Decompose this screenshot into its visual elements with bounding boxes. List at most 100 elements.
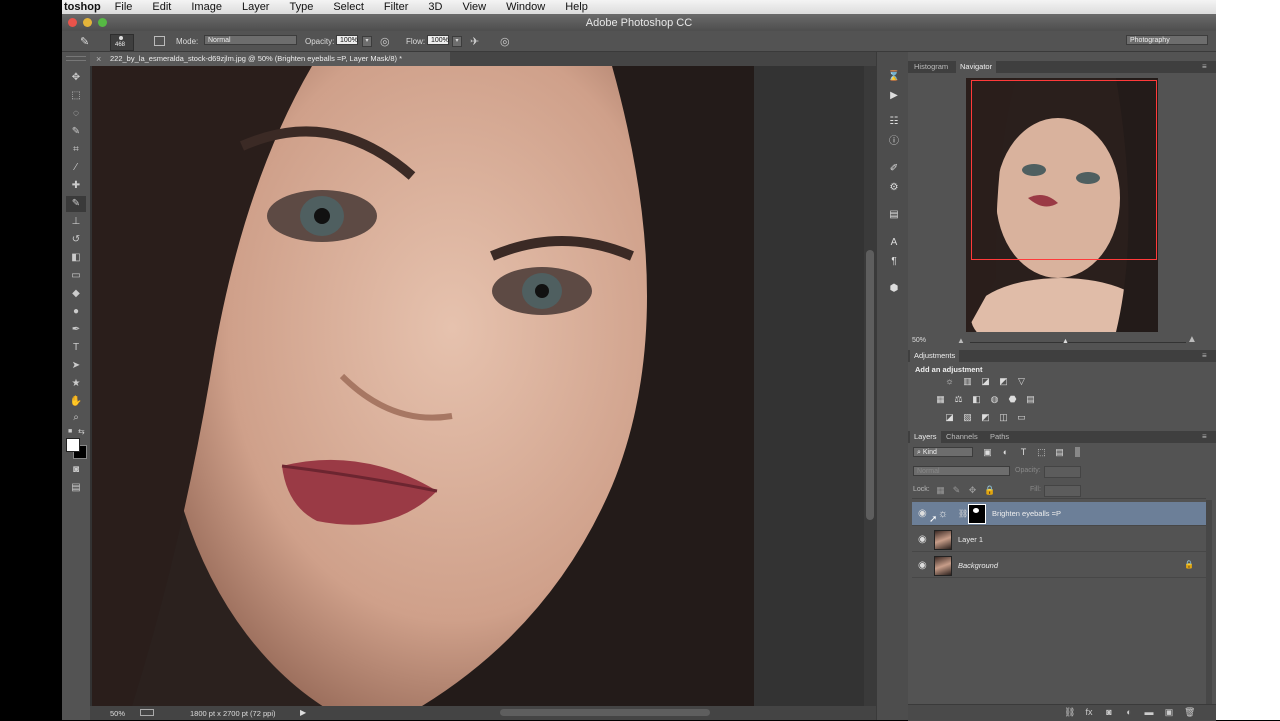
- move-tool-icon[interactable]: ✥: [66, 70, 86, 86]
- menu-window[interactable]: Window: [506, 1, 545, 13]
- vertical-scroll-thumb[interactable]: [866, 250, 874, 520]
- layer-style-icon[interactable]: fx: [1084, 707, 1094, 717]
- menu-select[interactable]: Select: [333, 1, 364, 13]
- lock-image-icon[interactable]: ✎: [951, 486, 962, 495]
- dodge-tool-icon[interactable]: ●: [66, 304, 86, 320]
- layer-row-brighten-eyeballs[interactable]: ◉ ☼ ⛓ Brighten eyeballs =P: [912, 502, 1206, 526]
- tool-presets-icon[interactable]: ⚙: [887, 181, 901, 195]
- flow-slider-arrow-icon[interactable]: ▾: [452, 36, 462, 47]
- layer-blend-mode-dropdown[interactable]: Normal: [913, 466, 1010, 476]
- invert-icon[interactable]: ◪: [944, 413, 955, 422]
- document-image[interactable]: [92, 66, 754, 706]
- navigator-zoom-slider-thumb[interactable]: ▲: [1062, 338, 1069, 345]
- airbrush-icon[interactable]: ✈: [470, 35, 479, 48]
- flow-input[interactable]: 100%: [427, 35, 449, 45]
- visibility-eye-icon[interactable]: ◉: [918, 560, 930, 572]
- navigator-zoom-slider[interactable]: [970, 342, 1186, 343]
- vibrance-icon[interactable]: ▽: [1016, 377, 1027, 386]
- brush-panel-icon[interactable]: ✐: [887, 162, 901, 176]
- actions-panel-icon[interactable]: ▶: [887, 89, 901, 103]
- layer-filter-kind-dropdown[interactable]: ⌕ Kind: [913, 447, 973, 457]
- foreground-color-swatch[interactable]: [66, 438, 80, 452]
- lock-transparent-icon[interactable]: ▦: [935, 486, 946, 495]
- brush-tool-icon[interactable]: ✎: [66, 196, 86, 212]
- zoom-out-icon[interactable]: ▲: [957, 336, 965, 345]
- gradient-tool-icon[interactable]: ▭: [66, 268, 86, 284]
- color-lookup-icon[interactable]: ▤: [1025, 395, 1036, 404]
- character-panel-icon[interactable]: A: [887, 236, 901, 250]
- layer-opacity-input[interactable]: [1044, 466, 1081, 478]
- app-menu[interactable]: toshop: [64, 1, 101, 13]
- status-menu-arrow-icon[interactable]: ▶: [300, 708, 306, 717]
- layer-fill-input[interactable]: [1044, 485, 1081, 497]
- navigator-zoom-value[interactable]: 50%: [912, 337, 926, 344]
- adjustments-menu-icon[interactable]: ≡: [1202, 351, 1207, 360]
- paragraph-panel-icon[interactable]: ¶: [887, 255, 901, 269]
- info-panel-icon[interactable]: ⓘ: [887, 135, 901, 149]
- color-balance-icon[interactable]: ⚖: [953, 395, 964, 404]
- swap-colors-icon[interactable]: ⇆: [78, 427, 85, 436]
- 3d-panel-icon[interactable]: ⬢: [887, 282, 901, 296]
- default-colors-icon[interactable]: ■: [68, 428, 72, 435]
- visibility-eye-icon[interactable]: ◉: [918, 534, 930, 546]
- document-tab[interactable]: × 222_by_la_esmeralda_stock-d69zjlm.jpg …: [90, 52, 450, 66]
- menu-layer[interactable]: Layer: [242, 1, 270, 13]
- type-tool-icon[interactable]: T: [66, 340, 86, 356]
- exposure-icon[interactable]: ◩: [998, 377, 1009, 386]
- history-brush-tool-icon[interactable]: ↺: [66, 232, 86, 248]
- new-group-icon[interactable]: ▬: [1144, 707, 1154, 717]
- brush-panel-icon[interactable]: [154, 36, 165, 46]
- path-selection-tool-icon[interactable]: ➤: [66, 358, 86, 374]
- history-panel-icon[interactable]: ⌛: [887, 70, 901, 84]
- tab-navigator[interactable]: Navigator: [956, 61, 997, 73]
- filter-shape-icon[interactable]: ⬚: [1036, 448, 1047, 457]
- selective-color-icon[interactable]: ◫: [998, 413, 1009, 422]
- menu-help[interactable]: Help: [565, 1, 588, 13]
- delete-layer-icon[interactable]: 🗑: [1184, 707, 1195, 717]
- eyedropper-tool-icon[interactable]: ⁄: [66, 160, 86, 176]
- gradient-map-icon[interactable]: ▭: [1016, 413, 1027, 422]
- filter-adjustment-icon[interactable]: ◐: [1000, 448, 1011, 457]
- filter-smart-object-icon[interactable]: ▤: [1054, 448, 1065, 457]
- brush-preset-picker[interactable]: 468: [110, 34, 134, 51]
- zoom-tool-icon[interactable]: ⌕: [66, 410, 86, 426]
- navigator-view-rectangle[interactable]: [971, 80, 1157, 260]
- add-mask-icon[interactable]: ◙: [1104, 707, 1114, 717]
- pressure-opacity-icon[interactable]: ◎: [380, 35, 390, 48]
- new-adjustment-layer-icon[interactable]: ◐: [1124, 707, 1134, 717]
- channel-mixer-icon[interactable]: ⬣: [1007, 395, 1018, 404]
- opacity-slider-arrow-icon[interactable]: ▾: [362, 36, 372, 47]
- filter-pixel-icon[interactable]: ▣: [982, 448, 993, 457]
- timeline-icon[interactable]: [140, 709, 154, 716]
- filter-toggle-switch[interactable]: [1075, 447, 1080, 457]
- quick-selection-tool-icon[interactable]: ✎: [66, 124, 86, 140]
- screen-mode-icon[interactable]: ▤: [66, 480, 86, 496]
- eraser-tool-icon[interactable]: ◧: [66, 250, 86, 266]
- tab-adjustments[interactable]: Adjustments: [910, 350, 960, 362]
- link-layers-icon[interactable]: ⛓: [1064, 707, 1075, 717]
- horizontal-scroll-thumb[interactable]: [500, 709, 710, 716]
- healing-brush-tool-icon[interactable]: ✚: [66, 178, 86, 194]
- menu-filter[interactable]: Filter: [384, 1, 408, 13]
- navigator-menu-icon[interactable]: ≡: [1202, 62, 1207, 71]
- curves-icon[interactable]: ◪: [980, 377, 991, 386]
- lock-all-icon[interactable]: 🔒: [984, 486, 995, 495]
- status-zoom[interactable]: 50%: [110, 709, 125, 718]
- pen-tool-icon[interactable]: ✒: [66, 322, 86, 338]
- photo-filter-icon[interactable]: ◍: [989, 395, 1000, 404]
- marquee-tool-icon[interactable]: ⬚: [66, 88, 86, 104]
- menu-image[interactable]: Image: [191, 1, 222, 13]
- levels-icon[interactable]: ▥: [962, 377, 973, 386]
- layer-row-layer-1[interactable]: ◉ Layer 1: [912, 528, 1206, 552]
- threshold-icon[interactable]: ◩: [980, 413, 991, 422]
- layers-menu-icon[interactable]: ≡: [1202, 432, 1207, 441]
- pressure-size-icon[interactable]: ◎: [500, 35, 510, 48]
- tab-histogram[interactable]: Histogram: [910, 61, 952, 73]
- hand-tool-icon[interactable]: ✋: [66, 394, 86, 410]
- tab-layers[interactable]: Layers: [910, 431, 941, 443]
- properties-panel-icon[interactable]: ☷: [887, 115, 901, 129]
- menu-file[interactable]: File: [115, 1, 133, 13]
- layer-comps-icon[interactable]: ▤: [887, 208, 901, 222]
- lasso-tool-icon[interactable]: ◌: [66, 106, 86, 122]
- posterize-icon[interactable]: ▧: [962, 413, 973, 422]
